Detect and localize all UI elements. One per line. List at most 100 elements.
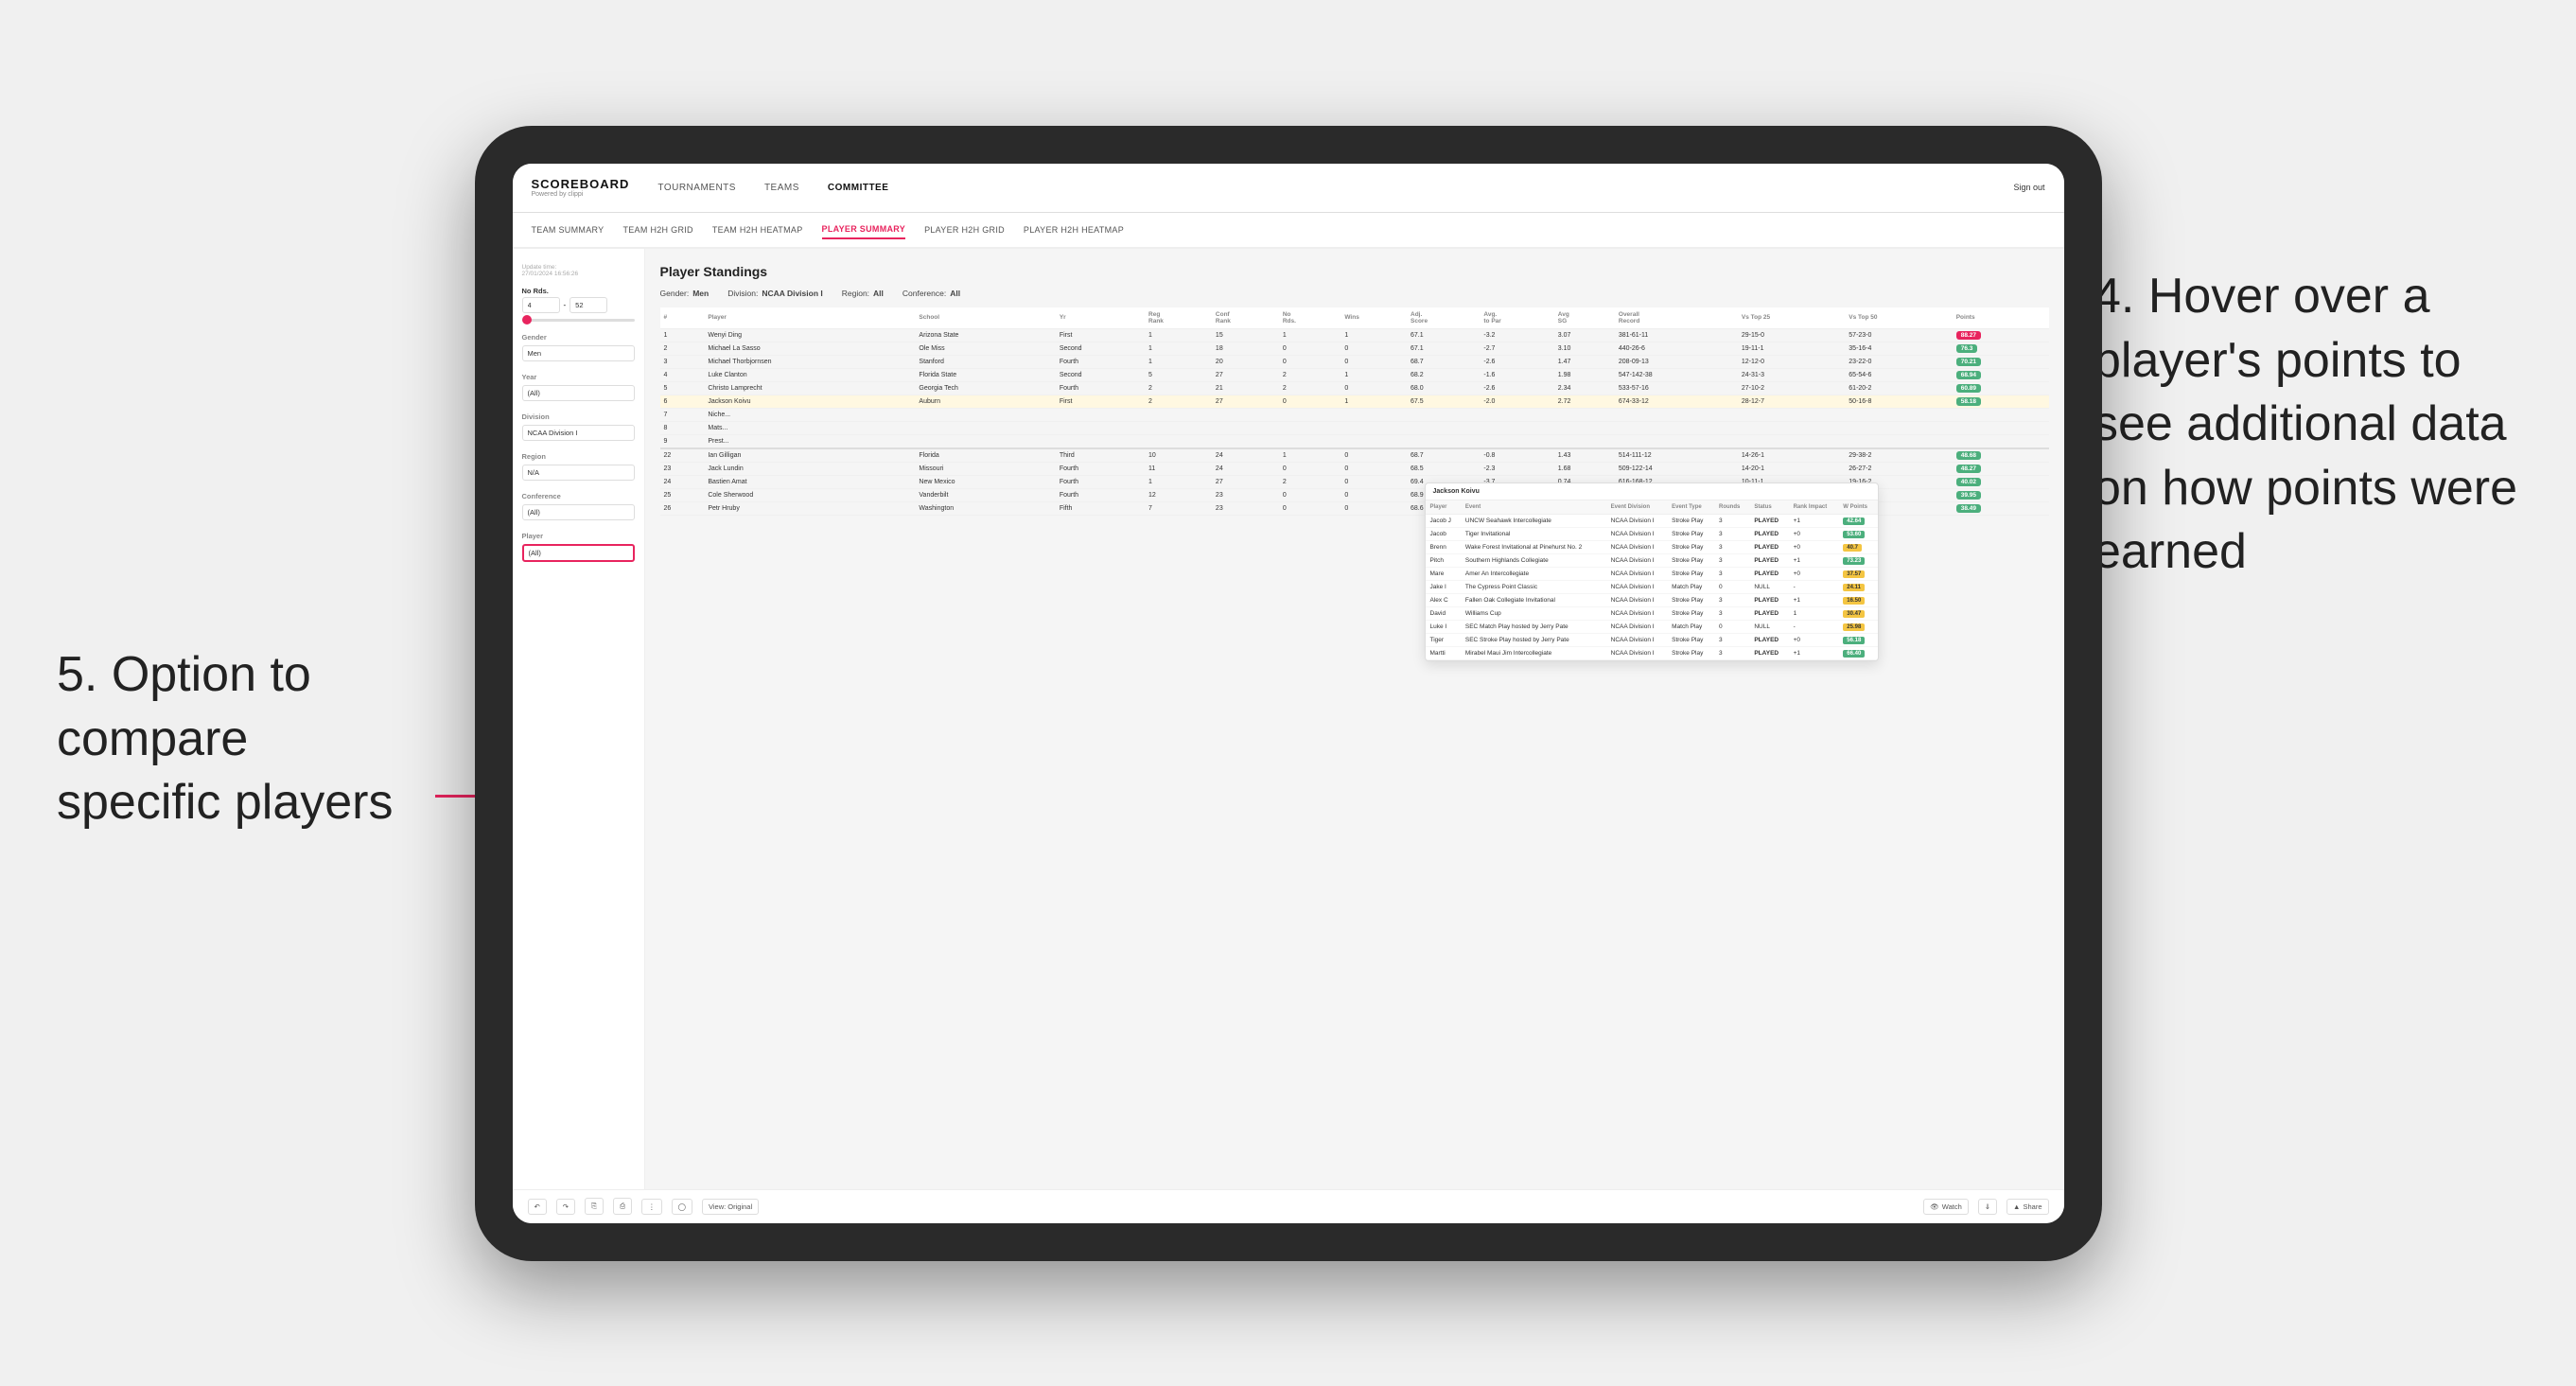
sidebar-no-rds-label: No Rds.	[522, 287, 635, 295]
event-row: Luke I SEC Match Play hosted by Jerry Pa…	[1426, 620, 1878, 633]
view-original-button[interactable]: View: Original	[702, 1199, 759, 1215]
download-button[interactable]: ⇓	[1978, 1199, 1997, 1215]
points-badge-5[interactable]: 60.89	[1956, 384, 1981, 393]
table-row: 4 Luke Clanton Florida State Second 5 27…	[660, 368, 2049, 381]
points-badge-3[interactable]: 70.21	[1956, 358, 1981, 366]
watch-label: Watch	[1942, 1202, 1962, 1211]
event-row: Mare Amer An Intercollegiate NCAA Divisi…	[1426, 567, 1878, 580]
sidebar-no-rds-section: No Rds. -	[522, 287, 635, 322]
undo-button[interactable]: ↶	[528, 1199, 547, 1215]
table-wrapper: # Player School Yr RegRank ConfRank NoRd…	[660, 307, 2049, 516]
col-overall: OverallRecord	[1615, 307, 1738, 329]
sidebar-gender-select[interactable]: Men Women	[522, 345, 635, 361]
record-1: 381-61-11	[1615, 328, 1738, 342]
points-badge-22[interactable]: 48.68	[1956, 451, 1981, 460]
points-badge-24[interactable]: 40.02	[1956, 478, 1981, 486]
sidebar-division-select[interactable]: NCAA Division I	[522, 425, 635, 441]
no-rds-row: -	[522, 297, 635, 313]
top-nav: SCOREBOARD Powered by clippi TOURNAMENTS…	[513, 164, 2064, 213]
slider-thumb[interactable]	[522, 315, 532, 325]
sidebar-update-label: Update time: 27/01/2024 16:56:26	[522, 264, 635, 277]
sub-nav-team-h2h-grid[interactable]: TEAM H2H GRID	[622, 221, 692, 238]
share-button[interactable]: ▲ Share	[2006, 1199, 2048, 1215]
page-wrapper: 4. Hover over a player's points to see a…	[0, 0, 2576, 1386]
tablet-screen: SCOREBOARD Powered by clippi TOURNAMENTS…	[513, 164, 2064, 1223]
filter-gender: Gender: Men	[660, 289, 710, 298]
filter-division: Division: NCAA Division I	[727, 289, 823, 298]
sub-nav-team-summary[interactable]: TEAM SUMMARY	[532, 221, 605, 238]
sidebar-year-label: Year	[522, 373, 635, 381]
col-wins: Wins	[1341, 307, 1407, 329]
main-table-area: Player Standings Gender: Men Division: N…	[645, 249, 2064, 1189]
sidebar-conference-select[interactable]: (All)	[522, 504, 635, 520]
sidebar-conference-label: Conference	[522, 492, 635, 500]
sidebar-gender-section: Gender Men Women	[522, 333, 635, 361]
player-1: Wenyi Ding	[704, 328, 915, 342]
points-badge-25[interactable]: 39.95	[1956, 491, 1981, 500]
sub-nav-player-h2h-grid[interactable]: PLAYER H2H GRID	[924, 221, 1005, 238]
sub-nav-player-summary[interactable]: PLAYER SUMMARY	[822, 220, 906, 239]
clock-button[interactable]: ◯	[672, 1199, 692, 1215]
filter-row: Gender: Men Division: NCAA Division I Re…	[660, 289, 2049, 298]
sidebar-player-select[interactable]: (All)	[522, 544, 635, 562]
sidebar-division-section: Division NCAA Division I	[522, 412, 635, 441]
points-badge-6[interactable]: 58.18	[1956, 397, 1981, 406]
event-table: Player Event Event Division Event Type R…	[1426, 500, 1878, 660]
no-rds-to-input[interactable]	[570, 297, 607, 313]
nav-items: TOURNAMENTS TEAMS COMMITTEE	[657, 179, 2013, 197]
event-table-header: Player Event Event Division Event Type R…	[1426, 500, 1878, 515]
points-badge-2[interactable]: 76.3	[1956, 344, 1978, 353]
sidebar-conference-section: Conference (All)	[522, 492, 635, 520]
sidebar-gender-label: Gender	[522, 333, 635, 342]
sidebar-region-select[interactable]: N/A	[522, 465, 635, 481]
clipboard-button[interactable]: ⎙	[613, 1198, 632, 1215]
event-row: Martti Mirabel Maui Jim Intercollegiate …	[1426, 646, 1878, 659]
share-icon: ▲	[2013, 1202, 2020, 1211]
points-1[interactable]: 88.27	[1953, 328, 2049, 342]
event-col-event: Event	[1461, 500, 1606, 515]
nav-item-tournaments[interactable]: TOURNAMENTS	[657, 179, 736, 197]
table-row-highlighted: 6 Jackson Koivu Auburn First 2 27 0 1 67…	[660, 395, 2049, 408]
nav-right: Sign out	[2013, 183, 2044, 192]
sidebar-year-section: Year (All)	[522, 373, 635, 401]
copy-button[interactable]: ⎘	[585, 1198, 604, 1215]
sidebar-year-select[interactable]: (All)	[522, 385, 635, 401]
paste-button[interactable]: ⋮	[641, 1199, 662, 1215]
event-col-rounds: Rounds	[1714, 500, 1749, 515]
col-rank: #	[660, 307, 705, 329]
adj-score-1: 67.1	[1407, 328, 1480, 342]
event-header-row: Player Event Event Division Event Type R…	[1426, 500, 1878, 515]
no-rds-from-input[interactable]	[522, 297, 560, 313]
table-row: 22 Ian Gilligan Florida Third 10 24 1 0 …	[660, 448, 2049, 463]
view-original-label: View: Original	[709, 1202, 752, 1211]
event-popup: Jackson Koivu Player Event Event Divisio…	[1425, 482, 1879, 661]
logo-text: SCOREBOARD	[532, 177, 630, 191]
yr-1: First	[1056, 328, 1145, 342]
sub-nav-team-h2h-heatmap[interactable]: TEAM H2H HEATMAP	[712, 221, 803, 238]
points-badge-23[interactable]: 48.27	[1956, 465, 1981, 473]
points-badge-26[interactable]: 38.49	[1956, 504, 1981, 513]
filter-division-label: Division:	[727, 289, 758, 298]
filter-conference: Conference: All	[902, 289, 960, 298]
slider-track[interactable]	[522, 319, 635, 322]
table-header-row: # Player School Yr RegRank ConfRank NoRd…	[660, 307, 2049, 329]
nav-item-teams[interactable]: TEAMS	[764, 179, 799, 197]
event-col-rank: Rank Impact	[1789, 500, 1839, 515]
table-row: 8 Mats...	[660, 421, 2049, 434]
bottom-toolbar: ↶ ↷ ⎘ ⎙ ⋮ ◯ View: Original 👁 Watch ⇓ ▲ S…	[513, 1189, 2064, 1223]
sign-out-link[interactable]: Sign out	[2013, 183, 2044, 192]
nav-item-committee[interactable]: COMMITTEE	[828, 179, 889, 197]
event-table-body: Jacob J UNCW Seahawk Intercollegiate NCA…	[1426, 514, 1878, 659]
col-vs25: Vs Top 25	[1738, 307, 1845, 329]
tablet-frame: SCOREBOARD Powered by clippi TOURNAMENTS…	[475, 126, 2102, 1261]
sub-nav-player-h2h-heatmap[interactable]: PLAYER H2H HEATMAP	[1024, 221, 1124, 238]
points-badge-4[interactable]: 68.94	[1956, 371, 1981, 379]
col-player: Player	[704, 307, 915, 329]
col-avg-sg: AvgSG	[1554, 307, 1615, 329]
redo-button[interactable]: ↷	[556, 1199, 575, 1215]
watch-button[interactable]: 👁 Watch	[1923, 1199, 1969, 1215]
filter-region-val: All	[873, 289, 884, 298]
points-badge-1[interactable]: 88.27	[1956, 331, 1981, 340]
annotation-right-text: 4. Hover over a player's points to see a…	[2094, 269, 2517, 579]
event-col-type: Event Type	[1667, 500, 1714, 515]
